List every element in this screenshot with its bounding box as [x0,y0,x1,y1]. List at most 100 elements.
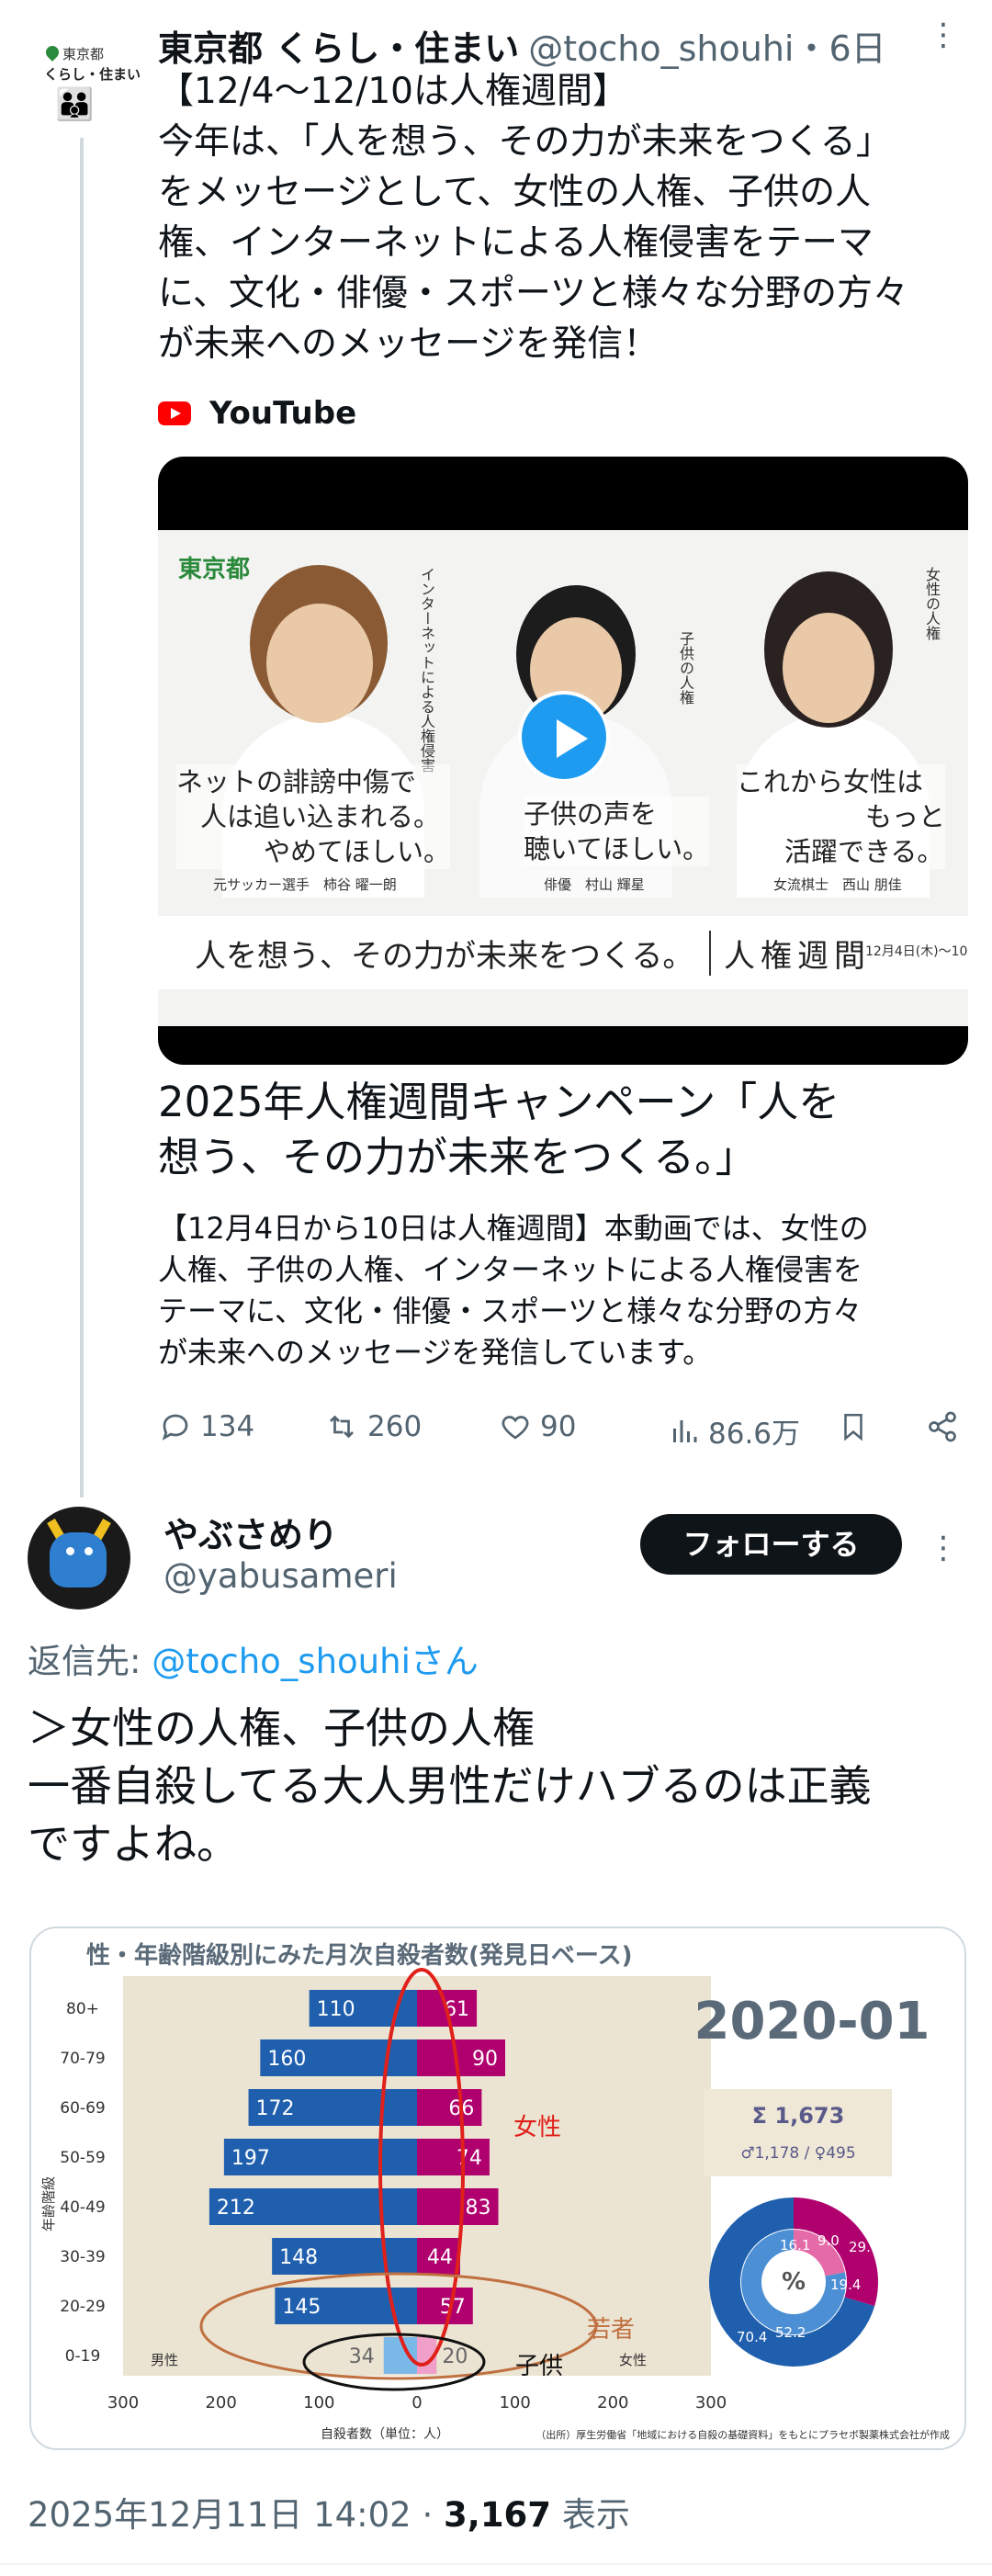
chart-title: 性・年齢階級別にみた月次自殺者数(発見日ベース) [86,1941,632,1970]
divider [0,2563,992,2565]
video-quote-3: これから女性は もっと 活躍できる。 [737,764,946,869]
tweet-header: 東京都 くらし・住まい @tocho_shouhi・6日 [158,20,886,71]
y-tick-label: 30-39 [60,2248,105,2266]
person-3-face [783,613,874,723]
x-tick-label: 200 [205,2393,236,2412]
retweet-icon [330,1415,354,1439]
bar-label-male: 160 [267,2048,306,2071]
attached-chart-image[interactable]: 性・年齢階級別にみた月次自殺者数(発見日ベース) 年齢階級 80+ 110 61 70… [29,1926,966,2450]
y-tick-label: 70-79 [60,2050,105,2068]
tweet-text-line: 一番自殺してる大人男性だけハブるのは正義 [28,1761,872,1811]
bar-label-female: 44 [427,2246,453,2269]
annotation-female-label: 女性 [513,2114,561,2141]
bar-label-male: 212 [217,2197,255,2220]
account-name[interactable]: 東京都 くらし・住まい [158,28,519,69]
more-options-icon[interactable]: ⋮ [928,17,959,53]
bar-label-male: 110 [317,1998,355,2021]
donut-value: 29.6 [849,2239,879,2255]
view-label: 表示 [551,2495,630,2535]
account-handle[interactable]: @tocho_shouhi [528,28,794,69]
quote-line: やめてほしい。 [264,836,451,867]
avatar[interactable] [28,1507,130,1610]
views-button[interactable]: 86.6万 [668,1410,800,1452]
tweet-timestamp-row: 2025年12月11日 14:02 · 3,167 表示 [28,2487,630,2536]
legend-male: 男性 [151,2352,178,2368]
card-desc-line: 【12月4日から10日は人権週間】本動画では、女性の [158,1211,869,1246]
chart: 性・年齢階級別にみた月次自殺者数(発見日ベース) 年齢階級 80+ 110 6170… [31,1928,964,2448]
more-options-icon[interactable]: ⋮ [928,1530,959,1566]
heart-icon [502,1416,529,1440]
follow-button[interactable]: フォローする [640,1514,902,1575]
annotation-child-label: 子供 [515,2353,563,2380]
avatar-character-icon [50,1532,107,1587]
account-handle[interactable]: @yabusameri [163,1556,398,1596]
like-button[interactable]: 90 [498,1410,576,1443]
x-tick-label: 100 [303,2393,334,2412]
person-1-face [266,604,373,723]
y-tick-label: 20-29 [60,2298,105,2316]
bar-label-female: 90 [472,2048,498,2071]
video-topic-1: インターネットによる人権侵害 [418,567,435,773]
card-desc-line: が未来へのメッセージを発信しています。 [158,1335,713,1370]
bar-label-male: 145 [282,2296,321,2319]
chart-ylabel: 年齢階級 [40,2176,57,2231]
tweet-text: 【12/4〜12/10は人権週間】 今年は、「人を想う、その力が未来をつくる」 … [158,66,966,369]
tweet-text-line: ですよね。 [28,1819,239,1869]
retweet-count: 260 [367,1410,423,1443]
video-banner-week: 人権週間 [709,931,871,976]
reply-button[interactable]: 134 [158,1410,254,1443]
bookmark-button[interactable] [838,1410,869,1443]
quote-line: これから女性は [737,766,924,797]
retweet-button[interactable]: 260 [323,1410,422,1443]
x-tick-label: 300 [695,2393,727,2412]
x-tick-label: 200 [597,2393,628,2412]
account-name[interactable]: やぶさめり [163,1507,338,1557]
video-quote-2: 子供の声を 聴いてほしい。 [524,797,710,866]
video-card[interactable]: 東京都 インターネットによる人権侵害 子供の人権 女性の人権 ネットの誹謗中傷で… [158,457,968,1065]
y-tick-label: 40-49 [60,2198,105,2217]
bookmark-icon [844,1413,862,1441]
avatar-eye [66,1547,74,1555]
tweet-text-line: に、文化・俳優・スポーツと様々な分野の方々 [158,273,909,314]
total-value: Σ 1,673 [752,2103,845,2129]
donut-value: 19.4 [830,2277,861,2293]
x-tick-label: 0 [411,2393,422,2412]
share-icon [929,1411,956,1442]
youtube-icon [158,401,191,425]
x-tick-label: 100 [499,2393,530,2412]
chart-period-label: 2020-01 [693,1992,930,2051]
avatar-org-text: 東京都 [62,46,105,62]
reply-context: 返信先: @tocho_shouhiさん [28,1633,479,1683]
tweet-time[interactable]: ・6日 [794,28,885,69]
quote-line: 聴いてほしい。 [524,833,710,864]
card-desc-line: テーマに、文化・俳優・スポーツと様々な分野の方々 [158,1294,862,1328]
tweet-text-line: をメッセージとして、女性の人権、子供の人 [158,172,872,213]
tweet-timestamp[interactable]: 2025年12月11日 14:02 [28,2495,411,2535]
bar-label-male: 172 [256,2097,295,2120]
share-button[interactable] [925,1410,960,1443]
donut-value: 52.2 [775,2324,806,2341]
tweet-text-line: ＞女性の人権、子供の人権 [28,1703,535,1753]
donut-center-label: % [782,2268,806,2296]
tweet-text-line: 今年は、「人を想う、その力が未来をつくる」 [158,121,892,163]
tweet-text: ＞女性の人権、子供の人権 一番自殺してる大人男性だけハブるのは正義 ですよね。 [28,1700,974,1873]
chart-xlabel: 自殺者数（単位：人） [321,2427,449,2442]
card-description: 【12月4日から10日は人権週間】本動画では、女性の 人権、子供の人権、インター… [158,1208,966,1373]
like-count: 90 [540,1410,577,1443]
avatar[interactable]: 東京都 くらし・住まい 👪 [28,28,141,130]
video-banner: 人を想う、その力が未来をつくる。 人権週間 12月4日(木)〜10日(水) [158,916,968,989]
family-icon: 👪 [55,86,95,123]
play-button-icon[interactable] [518,691,610,783]
quote-line: ネットの誹謗中傷で [176,766,417,797]
bar-label-male: 197 [231,2147,270,2170]
tweet-text-line: 権、インターネットによる人権侵害をテーマ [158,222,874,264]
views-count: 86.6万 [708,1418,801,1451]
quote-line: もっと [865,801,946,832]
video-topic-2: 子供の人権 [677,631,694,705]
video-name-1: 元サッカー選手 柿谷 曜一朗 [213,876,397,893]
x-tick-label: 300 [107,2393,139,2412]
quote-line: 活躍できる。 [784,836,944,867]
y-tick-label: 0-19 [65,2347,101,2366]
reply-target-link[interactable]: @tocho_shouhiさん [152,1642,479,1681]
card-title[interactable]: 2025年人権週間キャンペーン「人を 想う、その力が未来をつくる。」 [158,1075,966,1185]
